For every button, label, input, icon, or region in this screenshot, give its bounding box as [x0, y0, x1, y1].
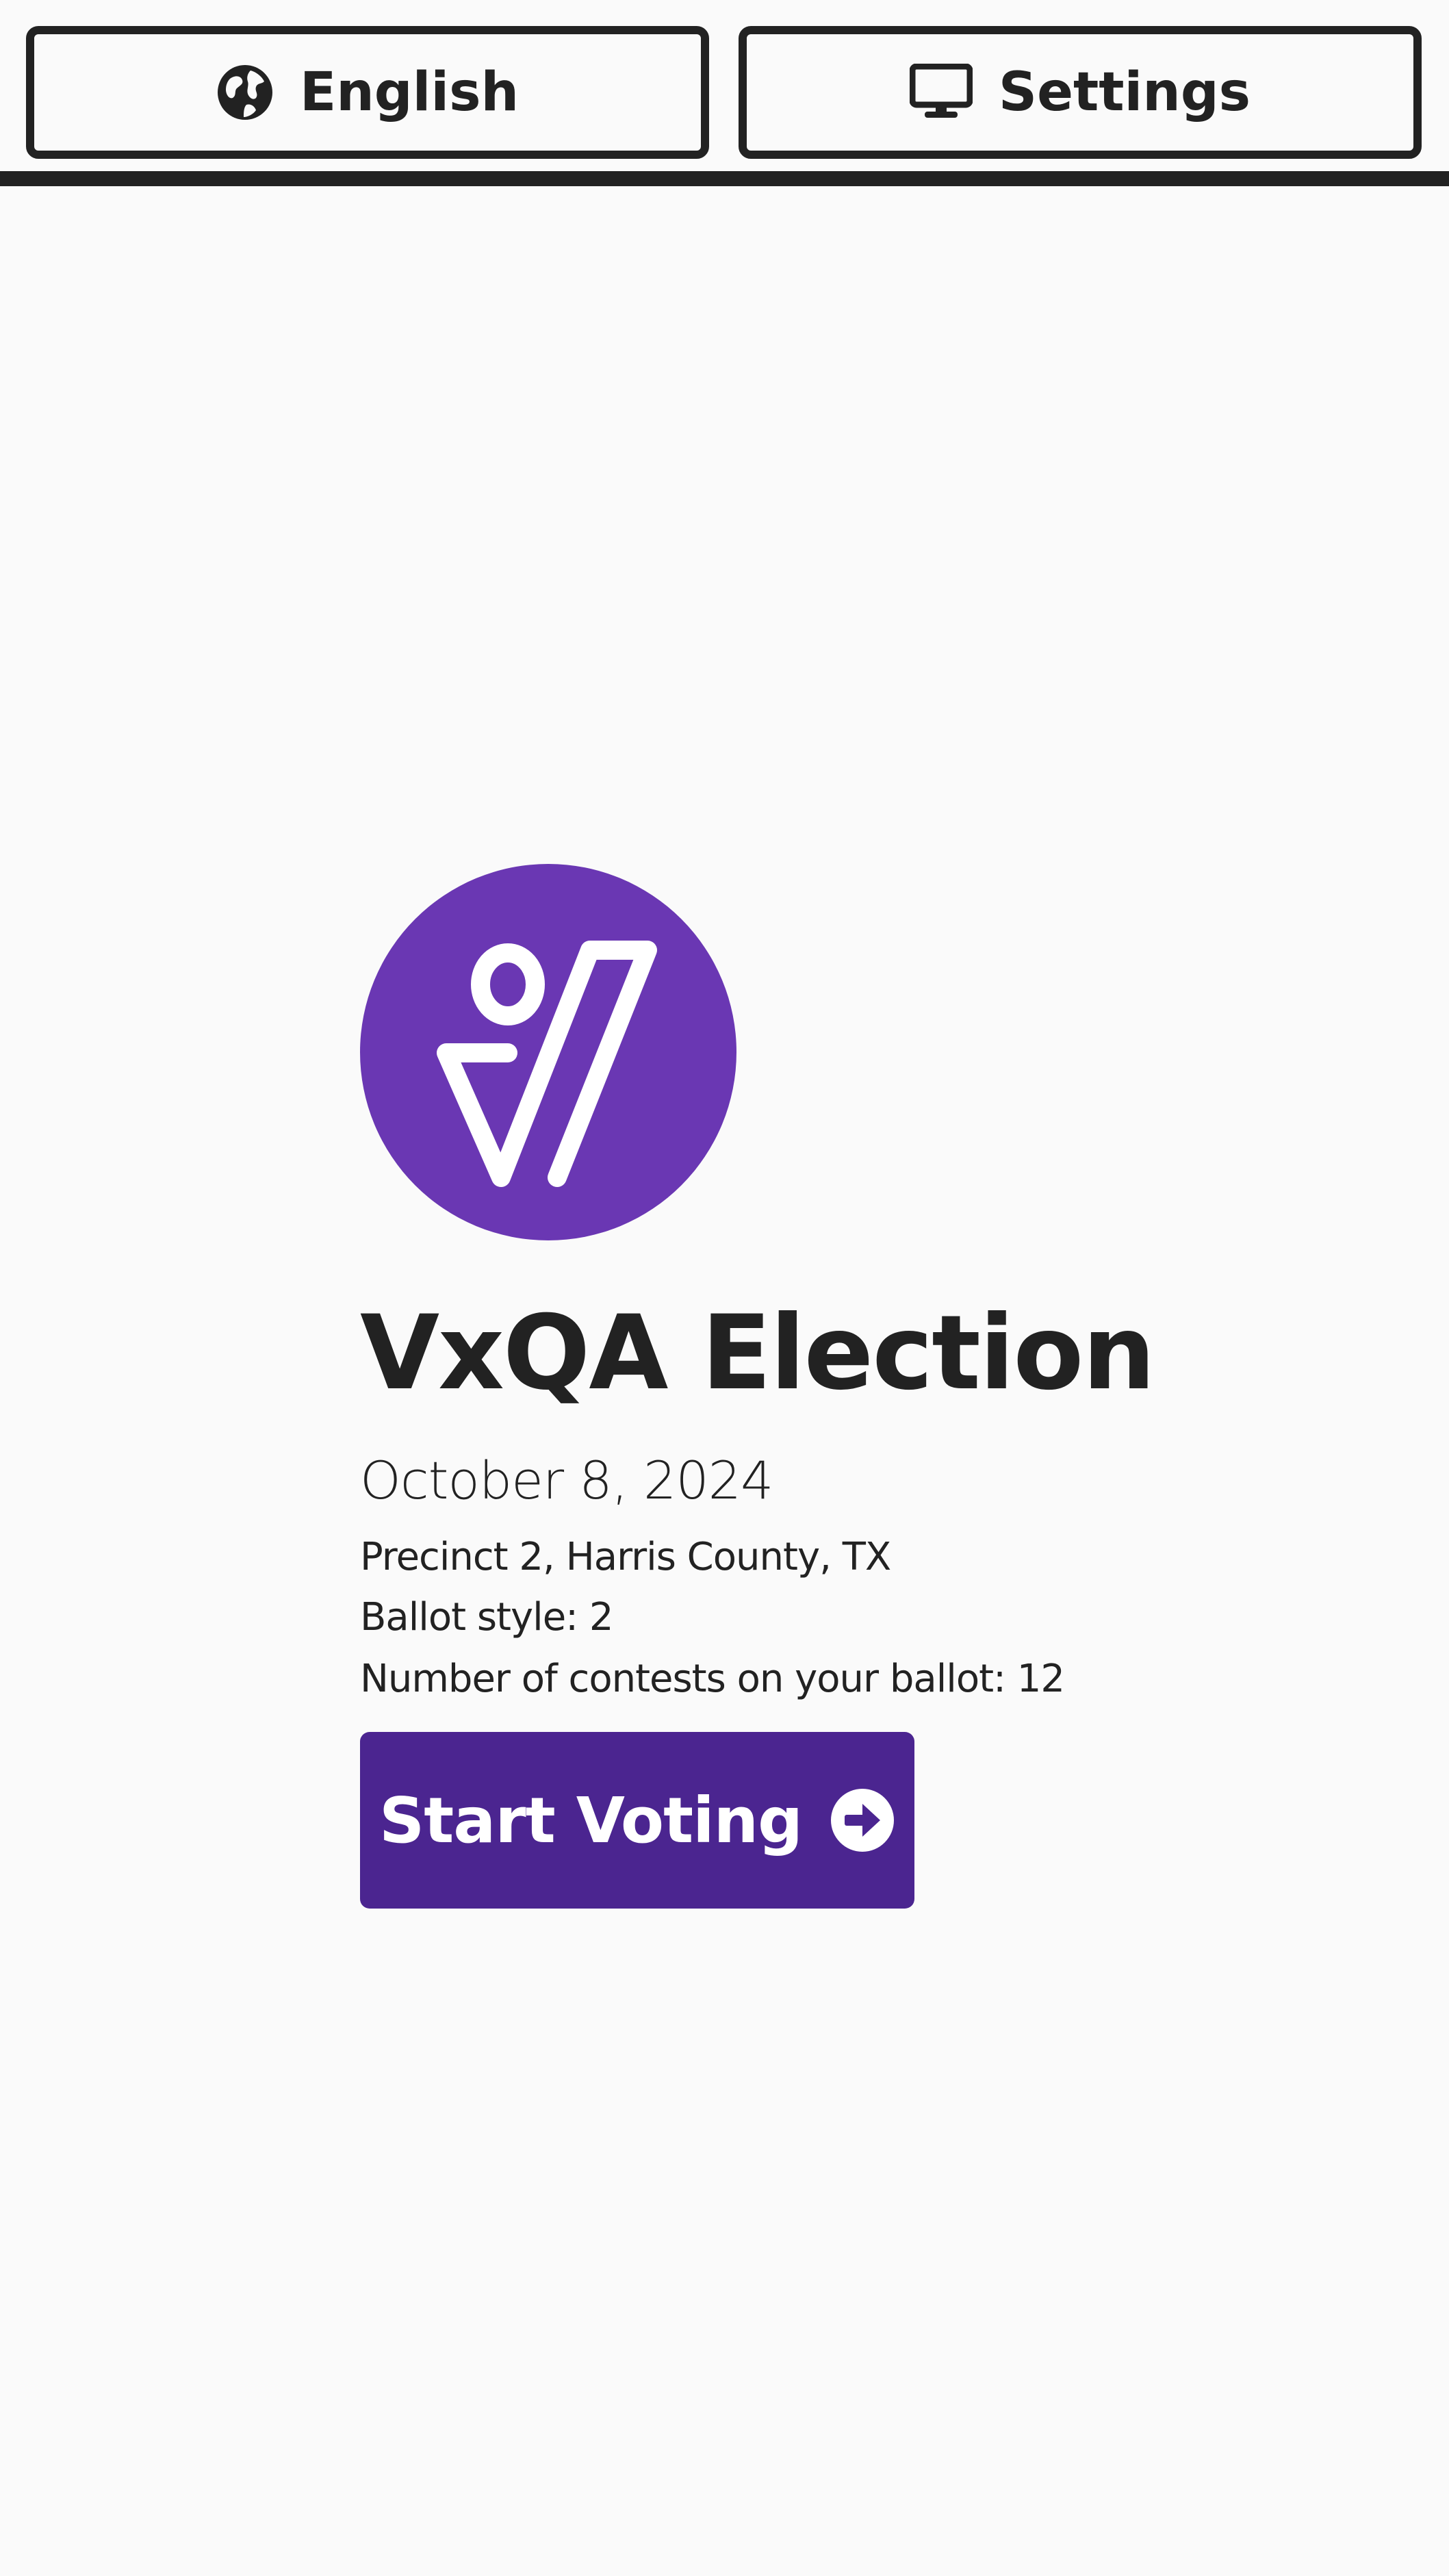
- precinct-info: Precinct 2, Harris County, TX: [360, 1535, 891, 1579]
- top-bar: English Settings: [0, 0, 1449, 186]
- language-button-label: English: [299, 62, 520, 123]
- ballot-style-info: Ballot style: 2: [360, 1595, 613, 1640]
- globe-icon: [216, 64, 274, 121]
- election-date: October 8, 2024: [360, 1450, 773, 1511]
- start-voting-label: Start Voting: [379, 1783, 803, 1857]
- settings-button[interactable]: Settings: [739, 26, 1422, 159]
- vx-logo: [360, 864, 736, 1240]
- language-button[interactable]: English: [26, 26, 709, 159]
- election-title: VxQA Election: [360, 1294, 1155, 1413]
- arrow-circle-right-icon: [830, 1787, 895, 1853]
- settings-button-label: Settings: [998, 62, 1251, 123]
- start-screen: VxQA Election October 8, 2024 Precinct 2…: [360, 864, 1318, 1909]
- contest-count-info: Number of contests on your ballot: 12: [360, 1657, 1065, 1701]
- monitor-icon: [909, 63, 973, 121]
- start-voting-button[interactable]: Start Voting: [360, 1732, 914, 1909]
